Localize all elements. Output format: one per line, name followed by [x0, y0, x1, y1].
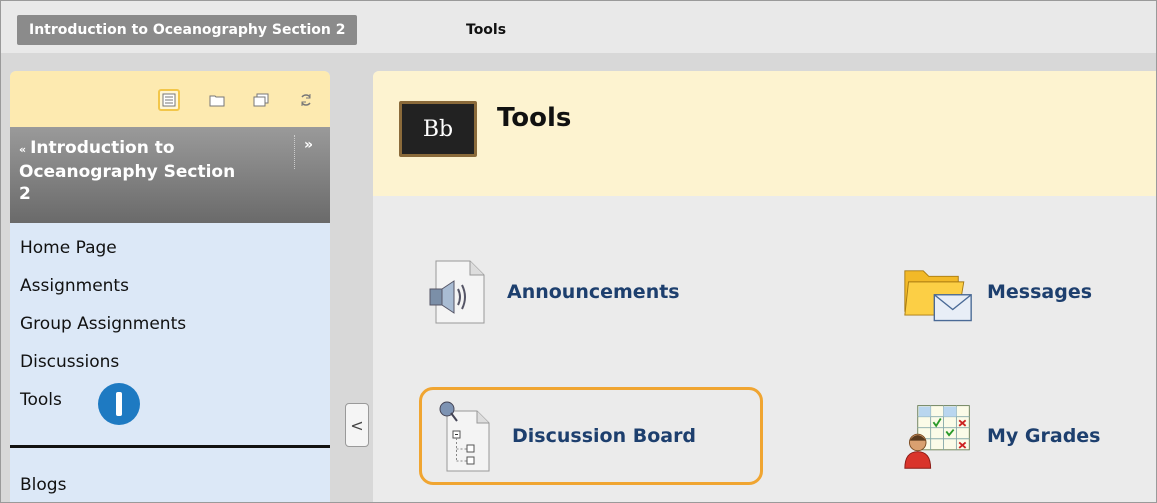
- tool-label: Announcements: [507, 281, 680, 303]
- announcements-icon: [423, 257, 493, 327]
- sidebar-item-label: Group Assignments: [20, 314, 187, 334]
- collapse-caret-icon[interactable]: «: [19, 143, 26, 156]
- sidebar-item-group-assignments[interactable]: Group Assignments: [10, 305, 330, 343]
- course-menu-items: Home Page Assignments Group Assignments …: [10, 229, 330, 425]
- tool-discussion-board[interactable]: Discussion Board: [419, 387, 763, 485]
- course-title[interactable]: «Introduction to Oceanography Section 2: [19, 137, 239, 205]
- sidebar-item-blogs[interactable]: Blogs: [10, 466, 330, 502]
- tool-messages[interactable]: Messages: [903, 257, 1092, 327]
- divider: [294, 135, 296, 169]
- course-title-text: Introduction to Oceanography Section 2: [19, 138, 236, 204]
- course-menu-toolbar: [10, 71, 330, 127]
- folder-view-icon[interactable]: [206, 89, 228, 111]
- sidebar-item-tools[interactable]: Tools: [10, 381, 330, 425]
- sidebar-item-discussions[interactable]: Discussions: [10, 343, 330, 381]
- tool-announcements[interactable]: Announcements: [423, 257, 680, 327]
- tool-label: My Grades: [987, 425, 1101, 447]
- page-header: Bb Tools: [373, 71, 1156, 196]
- sidebar-item-label: Tools: [20, 390, 62, 410]
- sidebar-item-label: Blogs: [20, 475, 67, 495]
- discussion-board-icon: [428, 401, 498, 472]
- sidebar-item-home-page[interactable]: Home Page: [10, 229, 330, 267]
- sidebar-item-assignments[interactable]: Assignments: [10, 267, 330, 305]
- tool-label: Messages: [987, 281, 1093, 303]
- course-menu-items-bottom: Blogs: [10, 466, 330, 502]
- breadcrumb: Introduction to Oceanography Section 2 T…: [1, 1, 1156, 53]
- content-area: Bb Tools Announcements Messages Discussi…: [373, 71, 1156, 502]
- page-title: Tools: [497, 103, 572, 133]
- list-view-icon[interactable]: [158, 89, 180, 111]
- sidebar-item-label: Discussions: [20, 352, 120, 372]
- course-menu: «Introduction to Oceanography Section 2 …: [10, 71, 330, 502]
- tool-label: Discussion Board: [512, 425, 697, 447]
- window-view-icon[interactable]: [250, 89, 272, 111]
- course-title-block: «Introduction to Oceanography Section 2 …: [10, 127, 330, 223]
- step-badge: [98, 383, 140, 425]
- my-grades-icon: [903, 401, 973, 471]
- menu-divider: [10, 445, 330, 448]
- expand-menu-icon[interactable]: »: [304, 137, 313, 153]
- collapse-menu-handle[interactable]: <: [345, 403, 369, 447]
- breadcrumb-course-link[interactable]: Introduction to Oceanography Section 2: [17, 15, 358, 45]
- messages-icon: [903, 257, 973, 327]
- tool-my-grades[interactable]: My Grades: [903, 401, 1101, 471]
- blackboard-logo-icon: Bb: [399, 101, 477, 157]
- refresh-icon[interactable]: [295, 89, 317, 111]
- step-number-glyph: [116, 392, 122, 416]
- chevron-left-icon: <: [350, 415, 364, 435]
- breadcrumb-current: Tools: [466, 22, 507, 38]
- sidebar-item-label: Home Page: [20, 238, 117, 258]
- sidebar-item-label: Assignments: [20, 276, 129, 296]
- app-frame: Introduction to Oceanography Section 2 T…: [0, 0, 1157, 503]
